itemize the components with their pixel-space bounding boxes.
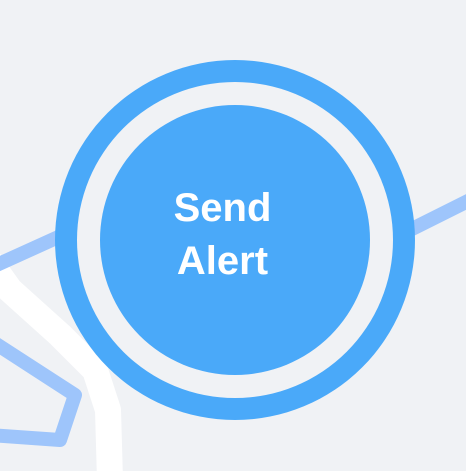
alert-screen: Send Alert — [0, 0, 466, 471]
send-alert-label-line2: Alert — [176, 239, 269, 283]
send-alert-label-line1: Send — [173, 186, 272, 230]
send-alert-label: Send Alert — [123, 182, 323, 288]
send-alert-button[interactable]: Send Alert — [100, 105, 370, 375]
